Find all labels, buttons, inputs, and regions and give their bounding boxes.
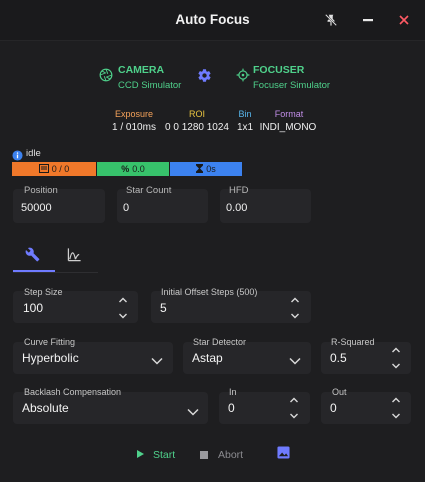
focuser-name: Focuser Simulator [253, 80, 331, 91]
out-value[interactable]: 0 [330, 401, 337, 415]
exposure-label: Exposure [114, 109, 154, 119]
out-stepper[interactable] [391, 395, 401, 426]
format-value: INDI_MONO [259, 122, 317, 133]
close-icon[interactable] [394, 10, 414, 30]
step-size-label: Step Size [24, 287, 63, 297]
curve-fitting-value[interactable]: Hyperbolic [22, 351, 79, 365]
minimize-icon[interactable] [358, 10, 378, 30]
position-value: 50000 [21, 202, 52, 214]
tab-divider [13, 272, 98, 273]
r-squared-value[interactable]: 0.5 [330, 351, 347, 365]
in-stepper[interactable] [289, 395, 299, 426]
start-label: Start [153, 449, 176, 461]
bin-value: 1x1 [236, 122, 254, 133]
backlash-label: Backlash Compensation [24, 387, 122, 397]
progress-value: 0.0 [132, 164, 145, 174]
format-label: Format [274, 109, 304, 119]
hfd-value: 0.00 [226, 202, 248, 214]
elapsed-value: 0s [206, 164, 216, 174]
step-size-value[interactable]: 100 [23, 301, 43, 315]
chevron-down-icon[interactable] [151, 352, 163, 370]
backlash-value[interactable]: Absolute [22, 401, 69, 415]
pin-off-icon[interactable] [321, 10, 341, 30]
camera-name: CCD Simulator [118, 80, 182, 91]
exposure-value: 1 / 010ms [112, 122, 156, 133]
image-icon[interactable] [277, 446, 290, 464]
status-text: idle [26, 148, 41, 159]
initial-offset-value[interactable]: 5 [160, 301, 167, 315]
star-detector-value[interactable]: Astap [192, 351, 223, 365]
progress-segment: % 0.0 [97, 162, 169, 176]
chart-icon[interactable] [67, 247, 82, 267]
bin-label: Bin [238, 109, 252, 119]
initial-offset-stepper[interactable] [290, 295, 300, 326]
stop-icon [200, 446, 208, 464]
crosshair-icon [236, 68, 250, 87]
in-label: In [229, 387, 237, 397]
roi-label: ROI [188, 109, 205, 119]
r-squared-stepper[interactable] [391, 345, 401, 376]
focuser-label[interactable]: FOCUSER [253, 64, 304, 76]
chevron-down-icon[interactable] [289, 352, 301, 370]
elapsed-segment: 0s [170, 162, 242, 176]
play-icon [136, 446, 145, 464]
hfd-label: HFD [229, 185, 249, 196]
roi-value: 0 0 1280 1024 [165, 122, 229, 133]
start-button[interactable]: Start [136, 446, 175, 464]
star-detector-label: Star Detector [193, 337, 247, 347]
camera-label[interactable]: CAMERA [118, 64, 164, 76]
chevron-down-icon[interactable] [187, 403, 199, 421]
aperture-icon [99, 68, 113, 87]
hourglass-icon [196, 163, 204, 175]
frames-segment: 0 / 0 [12, 162, 96, 176]
out-label: Out [332, 387, 347, 397]
abort-button[interactable]: Abort [200, 446, 243, 464]
abort-label: Abort [218, 449, 244, 461]
step-size-stepper[interactable] [118, 295, 128, 326]
star-count-label: Star Count [126, 185, 172, 196]
frames-count: 0 / 0 [51, 164, 70, 174]
wrench-icon[interactable] [25, 247, 40, 267]
star-count-value: 0 [123, 202, 130, 214]
gear-icon[interactable] [197, 68, 212, 88]
percent-icon: % [121, 164, 130, 174]
r-squared-label: R-Squared [331, 337, 375, 347]
tab-indicator [13, 270, 55, 272]
in-value[interactable]: 0 [228, 401, 235, 415]
position-label: Position [24, 185, 58, 196]
frames-icon [38, 163, 49, 175]
curve-fitting-label: Curve Fitting [24, 337, 76, 347]
initial-offset-label: Initial Offset Steps (500) [161, 287, 258, 297]
